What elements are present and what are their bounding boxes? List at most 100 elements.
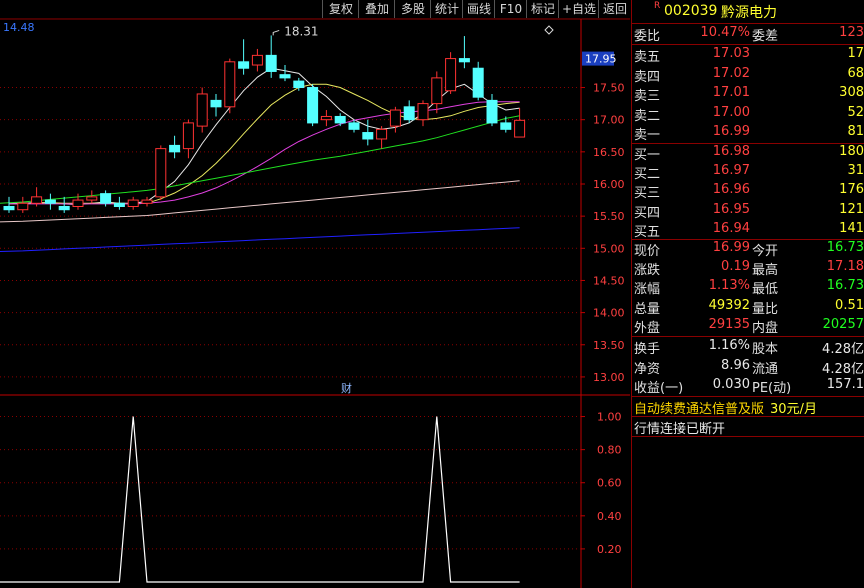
candle-body-down [169,144,181,153]
weicha-label: 委差 [752,29,779,44]
candle-body-down [265,54,277,72]
toolbar-button-1[interactable]: 叠加 [358,0,395,18]
candle [389,106,401,133]
candle-body-up [72,199,84,208]
candle [431,71,443,114]
stat-label: 量比 [752,301,779,317]
candle-body-down [486,99,498,124]
stat-label: 今开 [752,244,779,259]
candle-body-up [31,196,43,204]
buy-volume: 180 [839,144,864,159]
toolbar-button-8[interactable]: 返回 [598,0,631,18]
sell-volume: 52 [847,104,864,120]
buy-row: 买三 16.96 176 [632,181,864,202]
stock-code[interactable]: 002039 [664,3,717,19]
fund-value: 8.96 [721,357,750,373]
chart-area[interactable]: 17.50 17.00 16.50 16.00 15.50 15.00 14.50 14.00… [0,0,631,588]
candle-body-down [238,61,250,69]
sell-volume: 81 [847,124,864,140]
candle-body-down [100,193,112,204]
toolbar-button-6[interactable]: 标记 [526,0,559,18]
buy-price: 16.97 [712,163,750,179]
candle [279,65,291,82]
candle [403,100,415,123]
candle-body-up [445,58,457,92]
candle-body-down [362,132,374,140]
subscription-ad[interactable]: 自动续费通达信普及版 30元/月 [634,398,817,417]
candle-body-down [293,80,305,89]
sell-row: 卖一 16.99 81 [632,123,864,144]
candle [58,196,70,213]
divider [632,436,864,437]
candle [265,35,277,78]
stat-value: 16.99 [712,240,750,255]
sell-price: 17.00 [712,104,750,120]
candle [196,87,208,133]
candle [417,100,429,127]
stat-row: 外盘 29135 内盘 20257 [632,316,864,336]
toolbar-button-4[interactable]: 画线 [462,0,495,18]
stat-value: 20257 [822,316,864,332]
sell-volume: 308 [839,85,864,101]
stat-value: 16.73 [826,278,864,294]
stat-row: 总量 49392 量比 0.51 [632,297,864,317]
candle [224,58,236,114]
candle [169,135,181,159]
sell-label: 卖三 [634,89,661,105]
buy-row: 买一 16.98 180 [632,143,864,163]
buy-label: 买五 [634,224,661,240]
sell-row: 卖二 17.00 52 [632,104,864,124]
diamond-icon [544,25,554,35]
sell-row: 卖五 17.03 17 [632,45,864,65]
stat-value: 1.13% [708,278,750,294]
divider [632,396,864,397]
sub-y-tick-label: 0.40 [597,510,622,523]
sell-price: 17.03 [712,46,750,61]
buy-price: 16.94 [712,220,750,236]
weibi-row: 委比 10.47% 委差 123 [632,24,864,44]
buy-price: 16.96 [712,182,750,198]
candle-body-up [376,128,388,140]
y-tick-label: 17.00 [593,114,625,127]
sell-label: 卖五 [634,50,661,65]
candle-body-up [127,199,139,208]
stock-header: R 002039 黔源电力 [632,0,864,22]
candle-body-up [17,202,29,211]
y-tick-label: 16.50 [593,146,625,159]
toolbar-button-7[interactable]: +自选 [558,0,599,18]
ma-line-ma60 [0,115,520,204]
toolbar-button-3[interactable]: 统计 [430,0,463,18]
candle-body-down [500,122,512,130]
candle [72,193,84,210]
buy-row: 买四 16.95 121 [632,201,864,221]
candle-body-down [210,99,222,108]
indicator-line [0,416,520,583]
candle [320,110,332,127]
candle-body-up [389,109,401,127]
stat-value: 49392 [708,297,750,313]
toolbar-button-0[interactable]: 复权 [322,0,359,18]
fund-label: 收益(一) [634,381,684,396]
buy-label: 买三 [634,186,661,202]
candle-body-up [251,54,263,66]
fund-value: 4.28亿 [822,342,864,357]
y-tick-label: 15.00 [593,242,625,255]
toolbar-button-5[interactable]: F10 [494,0,527,18]
stock-name[interactable]: 黔源电力 [721,2,777,22]
sell-row: 卖四 17.02 68 [632,65,864,85]
buy-volume: 31 [847,163,864,179]
sell-label: 卖一 [634,128,661,144]
stat-label: 涨跌 [634,263,661,279]
candle-body-down [307,87,319,124]
fund-row: 净资 8.96 流通 4.28亿 [632,357,864,377]
toolbar-button-2[interactable]: 多股 [394,0,431,18]
candle [251,48,263,72]
y-tick-label: 13.50 [593,339,625,352]
candle-body-down [472,67,484,98]
candle-body-down [44,199,56,204]
candle [307,84,319,127]
cursor-price-label: 17.95 [585,53,617,66]
candle-body-up [320,115,332,121]
finance-marker: 财 [341,381,352,395]
candle-body-down [334,115,346,124]
